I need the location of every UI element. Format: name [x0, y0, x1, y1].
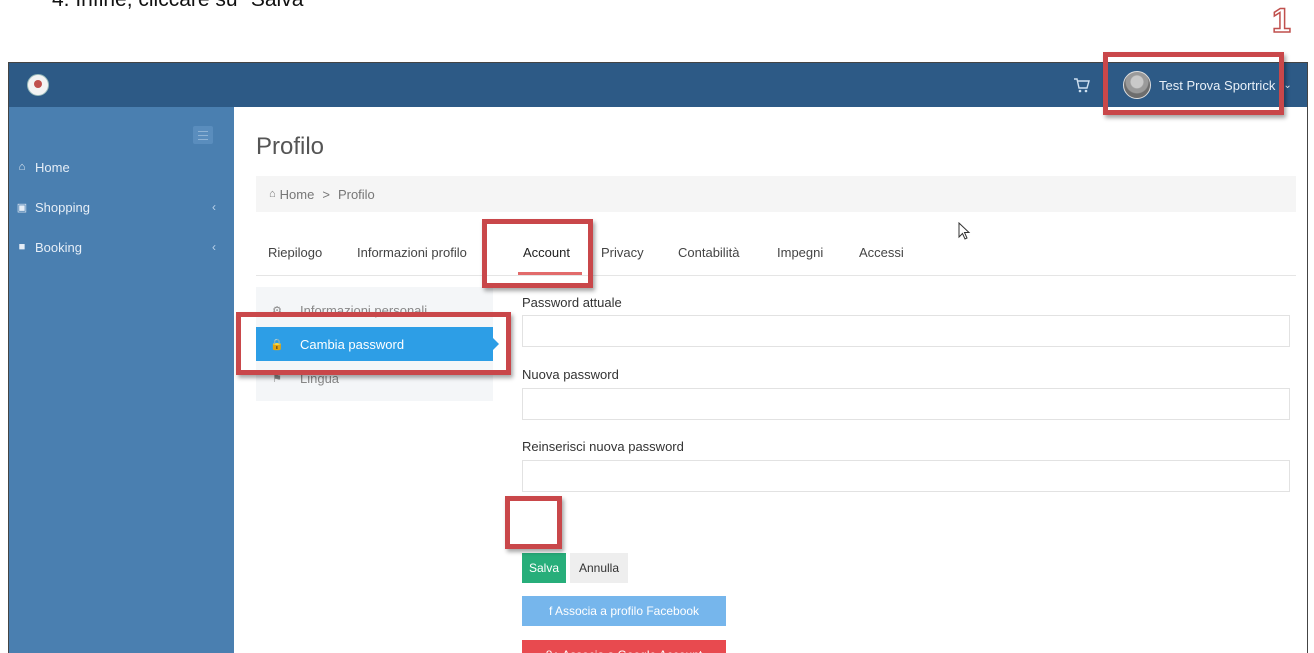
subnav-item-label: Lingua	[300, 370, 340, 386]
breadcrumb: ⌂ Home > Profilo	[256, 176, 1296, 212]
tab-riepilogo[interactable]: Riepilogo	[268, 245, 322, 260]
google-link-button[interactable]: 8+ Associa a Google Account	[522, 640, 726, 653]
menu-toggle-icon[interactable]	[193, 126, 213, 144]
tab-contabilita[interactable]: Contabilità	[678, 245, 739, 260]
current-password-label: Password attuale	[522, 295, 622, 310]
new-password-field[interactable]	[522, 388, 1290, 420]
gear-icon: ⚙	[272, 304, 282, 317]
tab-account[interactable]: Account	[523, 245, 570, 260]
chevron-left-icon: ‹	[212, 200, 216, 214]
avatar	[1123, 71, 1151, 99]
sidebar-item-home[interactable]: ⌂ Home	[9, 152, 234, 182]
tab-privacy[interactable]: Privacy	[601, 245, 644, 260]
page-title: Profilo	[256, 133, 325, 160]
app-window: Test Prova Sportrick ⌄ ⌂ Home ▣ Shopping…	[8, 62, 1308, 653]
subnav-item-informazioni-personali[interactable]: ⚙ Informazioni personali	[256, 293, 493, 327]
sidebar-item-label: Home	[35, 159, 70, 175]
current-password-field[interactable]	[522, 315, 1290, 347]
chevron-down-icon: ⌄	[1283, 79, 1292, 91]
subnav-item-lingua[interactable]: ⚑ Lingua	[256, 361, 493, 395]
user-menu[interactable]: Test Prova Sportrick ⌄	[1113, 63, 1302, 107]
tab-accessi[interactable]: Accessi	[859, 245, 904, 260]
sidebar-item-label: Shopping	[35, 199, 90, 215]
facebook-link-button[interactable]: f Associa a profilo Facebook	[522, 596, 726, 626]
sidebar-item-shopping[interactable]: ▣ Shopping ‹	[9, 192, 234, 222]
tab-impegni[interactable]: Impegni	[777, 245, 823, 260]
home-icon: ⌂	[269, 188, 276, 200]
account-subnav: ⚙ Informazioni personali 🔒 Cambia passwo…	[256, 287, 499, 401]
cart-icon-svg	[1074, 78, 1090, 93]
breadcrumb-current: Profilo	[337, 186, 375, 202]
user-name: Test Prova Sportrick	[1159, 77, 1276, 93]
topbar: Test Prova Sportrick ⌄	[9, 63, 1307, 107]
breadcrumb-home[interactable]: Home	[280, 187, 315, 202]
subnav-item-label: Cambia password	[300, 336, 405, 352]
lock-icon: 🔒	[270, 338, 284, 351]
instruction-text: 4. Infine, cliccare su "Salva"	[52, 0, 311, 12]
mouse-cursor-svg	[958, 221, 971, 240]
repeat-password-label: Reinserisci nuova password	[522, 439, 684, 454]
book-icon: ■	[18, 241, 26, 253]
tab-informazioni-profilo[interactable]: Informazioni profilo	[357, 245, 467, 260]
home-icon: ⌂	[18, 161, 26, 173]
cart-icon: ▣	[16, 201, 28, 214]
sidebar-item-label: Booking	[35, 239, 82, 255]
logo-icon[interactable]	[27, 74, 49, 96]
sidebar: ⌂ Home ▣ Shopping ‹ ■ Booking ‹	[9, 107, 234, 653]
chevron-left-icon: ‹	[212, 240, 216, 254]
callout-1: 1	[1271, 2, 1291, 40]
flag-icon: ⚑	[272, 372, 282, 385]
subnav-item-label: Informazioni personali	[300, 302, 428, 318]
active-tab-indicator	[518, 272, 582, 275]
main-content: Profilo ⌂ Home > Profilo Riepilogo Infor…	[234, 107, 1307, 653]
new-password-label: Nuova password	[522, 367, 619, 382]
sidebar-item-booking[interactable]: ■ Booking ‹	[9, 232, 234, 262]
profile-tabs: Riepilogo Informazioni profilo Account P…	[256, 235, 1296, 276]
cancel-button[interactable]: Annulla	[570, 553, 628, 583]
subnav-item-cambia-password[interactable]: 🔒 Cambia password	[256, 327, 499, 361]
breadcrumb-separator: >	[322, 186, 330, 202]
save-button[interactable]: Salva	[522, 553, 566, 583]
cart-icon[interactable]	[1073, 76, 1091, 94]
repeat-password-field[interactable]	[522, 460, 1290, 492]
